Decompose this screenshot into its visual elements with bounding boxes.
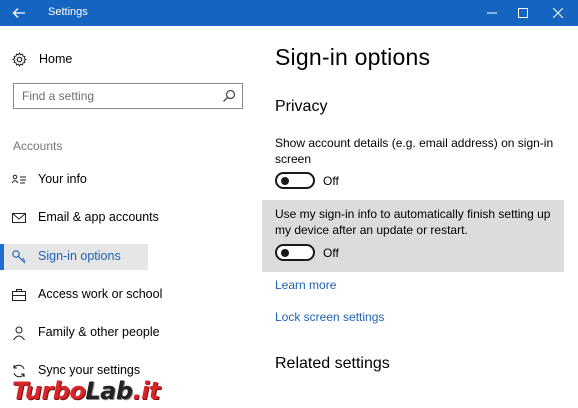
toggle-knob: [281, 177, 289, 185]
key-icon: [12, 250, 26, 264]
toggle-state-label: Off: [323, 245, 339, 260]
briefcase-icon: [12, 289, 26, 301]
sidebar-item-your-info[interactable]: Your info: [0, 167, 148, 193]
sidebar-item-family[interactable]: Family & other people: [0, 320, 170, 346]
learn-more-link[interactable]: Learn more: [275, 278, 336, 292]
home-nav-item[interactable]: Home: [12, 50, 72, 68]
watermark-text: TurboLab.it: [12, 377, 160, 405]
auto-sign-in-toggle[interactable]: [275, 244, 315, 261]
toggle-state-label: Off: [323, 173, 339, 188]
close-button[interactable]: [540, 0, 576, 26]
sidebar-item-label: Family & other people: [38, 325, 160, 339]
search-icon[interactable]: [221, 88, 237, 104]
accounts-section-label: Accounts: [13, 139, 63, 153]
sidebar-item-work-school[interactable]: Access work or school: [0, 282, 170, 308]
sidebar-item-label: Access work or school: [38, 287, 163, 301]
account-details-description: Show account details (e.g. email address…: [275, 136, 554, 166]
window-title: Settings: [48, 6, 88, 18]
home-label: Home: [39, 52, 73, 66]
auto-sign-in-toggle-row: Off: [275, 244, 339, 261]
lock-screen-settings-link[interactable]: Lock screen settings: [275, 310, 384, 324]
page-title: Sign-in options: [275, 44, 431, 70]
sidebar-item-label: Your info: [38, 172, 87, 186]
close-icon: [553, 8, 563, 18]
maximize-icon: [518, 8, 528, 18]
toggle-knob: [281, 249, 289, 257]
selection-indicator: [0, 244, 4, 270]
account-details-toggle[interactable]: [275, 172, 315, 189]
minimize-icon: [487, 12, 497, 14]
main-content: Sign-in options Privacy Show account det…: [258, 26, 578, 408]
sidebar-item-label: Email & app accounts: [38, 210, 159, 224]
privacy-heading: Privacy: [275, 98, 328, 115]
account-details-toggle-row: Off: [275, 172, 339, 189]
sidebar: Home Accounts Your info Email & app acco…: [0, 26, 258, 408]
back-button[interactable]: [0, 0, 38, 26]
gear-icon: [12, 51, 27, 67]
contact-card-icon: [11, 174, 26, 184]
auto-sign-in-description: Use my sign-in info to automatically fin…: [275, 207, 551, 237]
related-settings-heading: Related settings: [275, 355, 390, 372]
sidebar-item-sign-in-options[interactable]: Sign-in options: [0, 244, 148, 270]
maximize-button[interactable]: [505, 0, 541, 26]
person-icon: [13, 326, 25, 341]
mail-icon: [12, 213, 26, 223]
sidebar-item-email-accounts[interactable]: Email & app accounts: [0, 205, 160, 231]
search-box[interactable]: [13, 83, 243, 109]
sidebar-item-label: Sign-in options: [38, 249, 121, 263]
search-input[interactable]: [22, 87, 212, 105]
title-bar: Settings: [0, 0, 578, 26]
back-arrow-icon: [12, 8, 25, 18]
turbolab-watermark-logo: TurboLab.it: [12, 375, 160, 405]
